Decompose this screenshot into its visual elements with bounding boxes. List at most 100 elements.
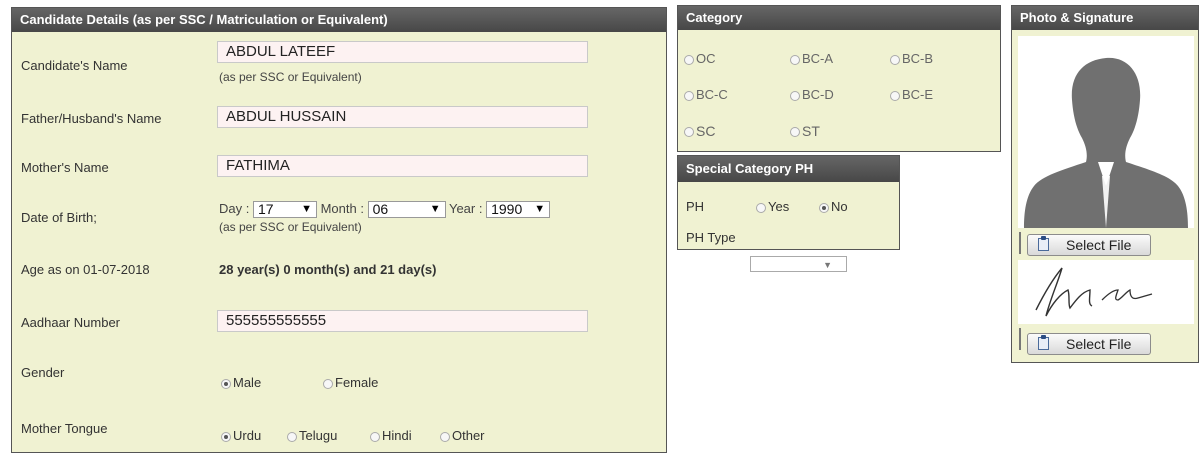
gender-female-label: Female <box>335 375 379 390</box>
select-signature-button[interactable]: Select File <box>1027 333 1151 355</box>
category-bcb-option[interactable]: BC-B <box>890 51 933 66</box>
file-icon <box>1038 236 1049 251</box>
select-signature-label: Select File <box>1066 336 1132 352</box>
category-header: Category <box>678 6 1000 30</box>
gender-male-label: Male <box>233 375 262 390</box>
category-sc-label: SC <box>696 123 716 139</box>
category-oc-radio[interactable] <box>684 54 694 65</box>
category-bcb-label: BC-B <box>902 51 934 66</box>
tongue-telugu-option[interactable]: Telugu <box>287 428 337 443</box>
category-sc-option[interactable]: SC <box>684 123 715 139</box>
ph-type-label: PH Type <box>686 230 736 245</box>
signature-image <box>1035 267 1153 317</box>
tongue-telugu-label: Telugu <box>299 428 338 443</box>
year-label: Year : <box>448 201 483 216</box>
mother-tongue-label: Mother Tongue <box>21 421 108 436</box>
chevron-down-icon: ▼ <box>301 203 312 216</box>
day-select[interactable]: 17 ▼ <box>252 201 317 219</box>
candidate-name-label: Candidate's Name <box>21 58 128 73</box>
aadhaar-field[interactable]: 555555555555 <box>217 310 588 332</box>
category-st-label: ST <box>802 123 820 139</box>
tongue-telugu-radio[interactable] <box>287 431 297 442</box>
ph-no-radio[interactable] <box>819 202 829 213</box>
mother-name-label: Mother's Name <box>21 160 109 175</box>
month-select-value: 06 <box>372 201 389 218</box>
aadhaar-label: Aadhaar Number <box>21 315 120 330</box>
father-name-field[interactable]: ABDUL HUSSAIN <box>217 106 588 128</box>
gender-female-radio[interactable] <box>323 378 333 389</box>
select-photo-button[interactable]: Select File <box>1027 234 1151 256</box>
category-bcd-radio[interactable] <box>790 90 800 101</box>
ph-yes-radio[interactable] <box>756 202 766 213</box>
ph-yes-option[interactable]: Yes <box>756 199 789 214</box>
tongue-other-option[interactable]: Other <box>440 428 485 443</box>
day-select-value: 17 <box>257 201 274 218</box>
category-bca-option[interactable]: BC-A <box>790 51 833 66</box>
age-label: Age as on 01-07-2018 <box>21 262 150 277</box>
photo-preview <box>1018 36 1194 228</box>
category-bcd-option[interactable]: BC-D <box>790 87 834 102</box>
chevron-down-icon: ▼ <box>534 203 546 216</box>
signature-upload-bracket <box>1019 328 1021 350</box>
ph-type-select[interactable]: ▼ <box>750 255 847 272</box>
month-select[interactable]: 06 ▼ <box>367 201 446 219</box>
candidate-name-hint: (as per SSC or Equivalent) <box>219 70 362 84</box>
tongue-urdu-label: Urdu <box>233 428 262 443</box>
tongue-hindi-option[interactable]: Hindi <box>370 428 412 443</box>
photo-signature-panel: Photo & Signature Select File Select Fil… <box>1011 5 1199 363</box>
category-sc-radio[interactable] <box>684 127 694 138</box>
special-category-panel: Special Category PH PH Yes No PH Type ▼ <box>677 155 900 272</box>
mother-name-field[interactable]: FATHIMA <box>217 155 588 177</box>
gender-label: Gender <box>21 365 65 380</box>
candidate-name-field[interactable]: ABDUL LATEEF <box>217 41 588 63</box>
signature-preview <box>1018 260 1194 324</box>
special-category-header: Special Category PH <box>678 156 899 182</box>
category-panel: Category OC BC-A BC-B BC-C BC-D BC-E SC … <box>677 5 1001 152</box>
category-bcc-option[interactable]: BC-C <box>684 87 728 102</box>
category-bcd-label: BC-D <box>802 87 834 102</box>
photo-signature-header: Photo & Signature <box>1012 6 1198 30</box>
tongue-urdu-option[interactable]: Urdu <box>221 428 261 443</box>
year-select-value: 1990 <box>491 201 523 218</box>
month-label: Month : <box>320 201 364 216</box>
dob-label: Date of Birth; <box>21 210 97 225</box>
chevron-down-icon: ▼ <box>823 259 832 270</box>
tongue-urdu-radio[interactable] <box>221 431 231 442</box>
select-photo-label: Select File <box>1066 237 1132 253</box>
ph-no-option[interactable]: No <box>819 199 848 214</box>
category-bce-option[interactable]: BC-E <box>890 87 933 102</box>
dob-selectors: Day : 17 ▼ Month : 06 ▼ Year : 1990 ▼ <box>219 201 551 219</box>
ph-no-label: No <box>831 199 848 214</box>
file-icon <box>1038 335 1049 350</box>
gender-male-radio[interactable] <box>221 378 231 389</box>
father-name-label: Father/Husband's Name <box>21 111 162 126</box>
category-bcb-radio[interactable] <box>890 54 900 65</box>
category-bca-label: BC-A <box>802 51 834 66</box>
category-bcc-radio[interactable] <box>684 90 694 101</box>
tongue-other-radio[interactable] <box>440 431 450 442</box>
day-label: Day : <box>219 201 250 216</box>
gender-male-option[interactable]: Male <box>221 375 261 390</box>
chevron-down-icon: ▼ <box>429 203 441 216</box>
category-st-option[interactable]: ST <box>790 123 820 139</box>
category-st-radio[interactable] <box>790 127 800 138</box>
gender-female-option[interactable]: Female <box>323 375 378 390</box>
ph-label: PH <box>686 199 705 214</box>
category-bca-radio[interactable] <box>790 54 800 65</box>
year-select[interactable]: 1990 ▼ <box>486 201 551 219</box>
tongue-hindi-label: Hindi <box>382 428 412 443</box>
age-value: 28 year(s) 0 month(s) and 21 day(s) <box>219 262 437 277</box>
candidate-details-header: Candidate Details (as per SSC / Matricul… <box>12 8 666 32</box>
tongue-other-label: Other <box>452 428 485 443</box>
tongue-hindi-radio[interactable] <box>370 431 380 442</box>
dob-hint: (as per SSC or Equivalent) <box>219 220 362 234</box>
candidate-details-panel: Candidate Details (as per SSC / Matricul… <box>11 7 667 453</box>
category-oc-option[interactable]: OC <box>684 51 716 66</box>
category-bce-label: BC-E <box>902 87 934 102</box>
category-bcc-label: BC-C <box>696 87 728 102</box>
photo-upload-bracket <box>1019 232 1021 254</box>
category-oc-label: OC <box>696 51 716 66</box>
ph-yes-label: Yes <box>768 199 790 214</box>
person-silhouette-icon <box>1024 57 1188 228</box>
category-bce-radio[interactable] <box>890 90 900 101</box>
